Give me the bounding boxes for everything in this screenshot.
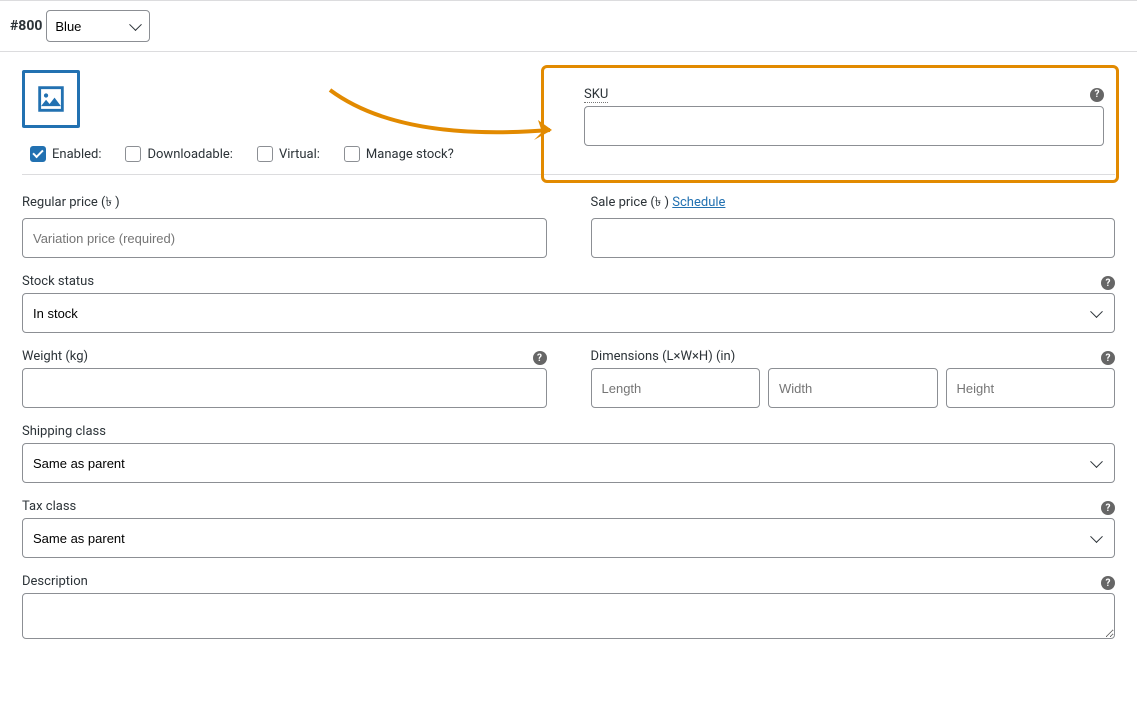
- sale-price-field: Sale price (৳ ) Schedule: [591, 193, 1116, 258]
- sku-label: SKU: [584, 87, 608, 103]
- help-icon[interactable]: ?: [1101, 351, 1115, 365]
- virtual-checkbox-item[interactable]: Virtual:: [257, 146, 320, 162]
- description-label: Description: [22, 574, 1115, 589]
- length-input[interactable]: [591, 368, 761, 408]
- enabled-checkbox[interactable]: [30, 146, 46, 162]
- shipping-class-select[interactable]: Same as parent: [22, 443, 1115, 483]
- enabled-label: Enabled:: [52, 147, 101, 162]
- schedule-link[interactable]: Schedule: [672, 195, 725, 210]
- tax-class-field: Tax class ? Same as parent: [22, 499, 1115, 558]
- image-icon: [34, 82, 68, 116]
- sale-price-label: Sale price (৳ ): [591, 195, 670, 210]
- shipping-class-field: Shipping class Same as parent: [22, 424, 1115, 483]
- stock-status-label: Stock status: [22, 274, 1115, 289]
- shipping-class-label: Shipping class: [22, 424, 1115, 439]
- downloadable-checkbox[interactable]: [125, 146, 141, 162]
- dimensions-field: Dimensions (L×W×H) (in) ?: [591, 349, 1116, 408]
- help-icon[interactable]: ?: [1101, 576, 1115, 590]
- description-textarea[interactable]: [22, 593, 1115, 639]
- sku-field-group: SKU ?: [584, 87, 1104, 146]
- downloadable-checkbox-item[interactable]: Downloadable:: [125, 146, 232, 162]
- regular-price-label: Regular price (৳ ): [22, 193, 547, 214]
- regular-price-field: Regular price (৳ ): [22, 193, 547, 258]
- weight-label: Weight (kg): [22, 349, 547, 364]
- attribute-select[interactable]: Blue: [46, 10, 150, 42]
- sale-price-input[interactable]: [591, 218, 1116, 258]
- stock-status-field: Stock status ? In stock: [22, 274, 1115, 333]
- stock-status-select[interactable]: In stock: [22, 293, 1115, 333]
- manage-stock-checkbox-item[interactable]: Manage stock?: [344, 146, 454, 162]
- virtual-checkbox[interactable]: [257, 146, 273, 162]
- enabled-checkbox-item[interactable]: Enabled:: [30, 146, 101, 162]
- sku-input[interactable]: [584, 106, 1104, 146]
- variation-image-placeholder[interactable]: [22, 70, 80, 128]
- description-field: Description ?: [22, 574, 1115, 639]
- help-icon[interactable]: ?: [1090, 88, 1104, 102]
- weight-input[interactable]: [22, 368, 547, 408]
- manage-stock-label: Manage stock?: [366, 147, 454, 162]
- width-input[interactable]: [768, 368, 938, 408]
- downloadable-label: Downloadable:: [147, 147, 232, 162]
- variation-header: #800 Blue: [0, 1, 1137, 52]
- height-input[interactable]: [946, 368, 1116, 408]
- help-icon[interactable]: ?: [1101, 501, 1115, 515]
- regular-price-input[interactable]: [22, 218, 547, 258]
- help-icon[interactable]: ?: [533, 351, 547, 365]
- dimensions-label: Dimensions (L×W×H) (in): [591, 349, 1116, 364]
- manage-stock-checkbox[interactable]: [344, 146, 360, 162]
- tax-class-label: Tax class: [22, 499, 1115, 514]
- virtual-label: Virtual:: [279, 147, 320, 162]
- weight-field: Weight (kg) ?: [22, 349, 547, 408]
- variation-id: #800: [10, 18, 42, 34]
- help-icon[interactable]: ?: [1101, 276, 1115, 290]
- tax-class-select[interactable]: Same as parent: [22, 518, 1115, 558]
